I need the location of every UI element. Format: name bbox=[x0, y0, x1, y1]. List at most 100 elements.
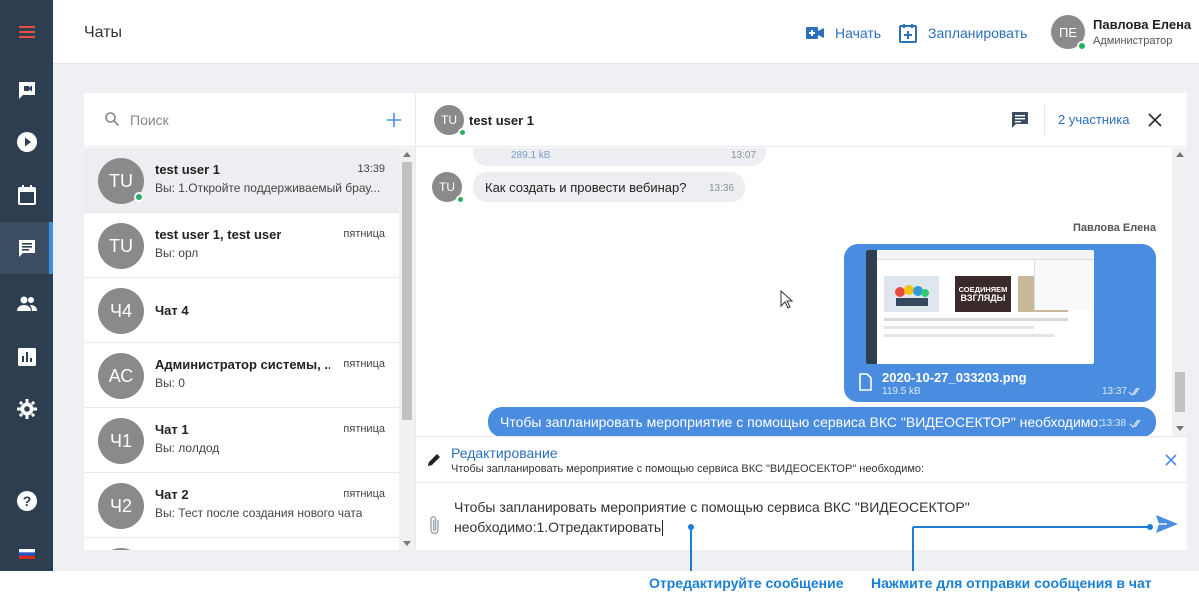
message-list: 289.1 kB 13:07 TU Как создать и провести… bbox=[416, 148, 1172, 436]
avatar-initials: АС bbox=[108, 365, 134, 386]
user-profile[interactable]: ПЕ Павлова Елена Администратор bbox=[1051, 15, 1192, 51]
add-chat-icon[interactable] bbox=[384, 110, 404, 130]
message-composer[interactable]: Чтобы запланировать мероприятие с помощь… bbox=[416, 484, 1187, 550]
chat-name: test user 1 bbox=[155, 162, 221, 177]
message-input[interactable]: Чтобы запланировать мероприятие с помощь… bbox=[454, 497, 1054, 537]
scrollbar-thumb[interactable] bbox=[402, 162, 412, 420]
list-item[interactable]: TU test user 1 13:39 Вы: 1.Откройте подд… bbox=[84, 148, 399, 213]
banner-line-2: ВЗГЛЯДЫ bbox=[960, 293, 1006, 303]
file-name[interactable]: 2020-10-27_033203.png bbox=[882, 370, 1027, 385]
people-icon bbox=[16, 296, 37, 311]
video-camera-icon bbox=[806, 27, 824, 39]
message-time: 13:36 bbox=[709, 183, 735, 194]
svg-text:?: ? bbox=[22, 493, 31, 509]
avatar: Ч4 bbox=[98, 288, 144, 334]
scroll-down-arrow[interactable] bbox=[403, 541, 411, 546]
chat-time: пятница bbox=[343, 228, 385, 240]
avatar-initials: TU bbox=[109, 235, 133, 256]
menu-button[interactable] bbox=[0, 6, 53, 58]
scroll-up-arrow[interactable] bbox=[1176, 152, 1184, 157]
sidebar-item-help[interactable]: ? bbox=[0, 475, 53, 527]
mouse-cursor-icon bbox=[780, 290, 794, 309]
conversation-header: TU test user 1 2 участника bbox=[416, 93, 1187, 147]
left-rail: ? bbox=[0, 0, 53, 571]
play-icon bbox=[16, 132, 37, 152]
language-selector[interactable] bbox=[0, 528, 53, 580]
message-bubble[interactable]: 289.1 kB 13:07 bbox=[473, 148, 766, 166]
chat-list: TU test user 1 13:39 Вы: 1.Откройте подд… bbox=[84, 148, 399, 550]
message-bubble[interactable]: Чтобы запланировать мероприятие с помощь… bbox=[488, 407, 1156, 436]
send-icon[interactable] bbox=[1155, 514, 1179, 534]
file-size: 289.1 kB bbox=[511, 150, 551, 161]
list-item[interactable]: Ч1 Чат 1 пятница Вы: лолдод bbox=[84, 408, 399, 473]
image-message-bubble[interactable]: СОЕДИНЯЕМ ВЗГЛЯДЫ 2020-10-27_033203.png … bbox=[844, 244, 1156, 402]
online-indicator bbox=[458, 128, 467, 137]
sidebar-item-recordings[interactable] bbox=[0, 116, 53, 168]
chat-list-scrollbar[interactable] bbox=[399, 148, 415, 550]
send-hint-label: Нажмите для отправки сообщения в чат bbox=[871, 575, 1152, 591]
sidebar-item-settings[interactable] bbox=[0, 383, 53, 435]
preview-card-banner: СОЕДИНЯЕМ ВЗГЛЯДЫ bbox=[955, 276, 1011, 312]
top-bar: Чаты Начать Запланировать ПЕ Павлова Еле… bbox=[53, 0, 1199, 64]
sidebar-item-video-chat[interactable] bbox=[0, 64, 53, 116]
search-input[interactable]: Поиск bbox=[130, 112, 169, 128]
scroll-down-arrow[interactable] bbox=[1176, 426, 1184, 431]
chat-time: пятница bbox=[343, 423, 385, 435]
scrollbar-thumb[interactable] bbox=[1175, 372, 1185, 412]
sidebar-item-calendar[interactable] bbox=[0, 169, 53, 221]
chat-preview: Вы: орл bbox=[155, 246, 199, 260]
list-item[interactable]: TU test user 1, test user пятница Вы: ор… bbox=[84, 213, 399, 278]
avatar-initials: Ч2 bbox=[109, 495, 132, 516]
message-input-line: Чтобы запланировать мероприятие с помощь… bbox=[454, 499, 970, 515]
avatar bbox=[98, 548, 144, 550]
user-role: Администратор bbox=[1093, 35, 1173, 47]
messages-scrollbar[interactable] bbox=[1172, 148, 1187, 436]
avatar: TU bbox=[434, 105, 467, 137]
edit-title: Редактирование bbox=[451, 445, 558, 461]
online-indicator bbox=[456, 195, 465, 204]
image-preview[interactable]: СОЕДИНЯЕМ ВЗГЛЯДЫ bbox=[866, 250, 1094, 364]
chat-preview: Вы: Тест после создания нового чата bbox=[155, 506, 363, 520]
chat-time: пятница bbox=[343, 488, 385, 500]
list-item[interactable] bbox=[84, 538, 399, 550]
message-bubble[interactable]: Как создать и провести вебинар? 13:36 bbox=[473, 172, 745, 202]
sidebar-item-chats[interactable] bbox=[0, 222, 53, 274]
list-item[interactable]: Ч4 Чат 4 bbox=[84, 278, 399, 343]
list-item[interactable]: Ч2 Чат 2 пятница Вы: Тест после создания… bbox=[84, 473, 399, 538]
edit-bar: Редактирование Чтобы запланировать мероп… bbox=[416, 436, 1187, 483]
help-icon: ? bbox=[16, 491, 37, 511]
online-indicator bbox=[134, 192, 144, 202]
file-size: 119.5 kB bbox=[882, 386, 921, 397]
participants-link[interactable]: 2 участника bbox=[1058, 112, 1129, 127]
list-item[interactable]: АС Администратор системы, ... пятница Вы… bbox=[84, 343, 399, 408]
search-icon bbox=[105, 112, 120, 127]
close-icon[interactable] bbox=[1147, 112, 1163, 128]
sidebar-item-statistics[interactable] bbox=[0, 331, 53, 383]
scroll-up-arrow[interactable] bbox=[403, 152, 411, 157]
sidebar-item-contacts[interactable] bbox=[0, 278, 53, 330]
preview-topbar bbox=[877, 250, 1094, 260]
cancel-edit-icon[interactable] bbox=[1165, 454, 1177, 466]
chat-preview: Вы: лолдод bbox=[155, 441, 220, 455]
message-time: 13:07 bbox=[731, 150, 757, 161]
chart-icon bbox=[17, 348, 36, 366]
preview-line bbox=[884, 334, 1054, 337]
app-window: ? Чаты Начать Запланировать ПЕ Павлова Е… bbox=[0, 0, 1199, 598]
avatar-initials: TU bbox=[441, 113, 457, 127]
chat-list-panel: Поиск TU test user 1 13:39 Вы: 1.Откройт… bbox=[84, 93, 415, 550]
chat-name: Чат 2 bbox=[155, 487, 189, 502]
search-bar[interactable]: Поиск bbox=[84, 93, 415, 147]
avatar-initials: Ч1 bbox=[109, 430, 132, 451]
text-caret bbox=[662, 520, 664, 537]
attach-icon[interactable] bbox=[428, 514, 442, 536]
start-meeting-button[interactable]: Начать bbox=[805, 23, 881, 43]
flag-ru-icon bbox=[18, 549, 35, 559]
chat-time: пятница bbox=[343, 358, 385, 370]
message-time: 13:37 bbox=[1102, 386, 1128, 397]
callout-line bbox=[912, 527, 914, 571]
chat-options-icon[interactable] bbox=[1011, 111, 1029, 129]
user-name: Павлова Елена bbox=[1093, 17, 1192, 32]
schedule-meeting-button[interactable]: Запланировать bbox=[898, 23, 1027, 43]
message-input-line: необходимо:1.Отредактировать bbox=[454, 519, 662, 535]
header-divider bbox=[1044, 105, 1045, 135]
